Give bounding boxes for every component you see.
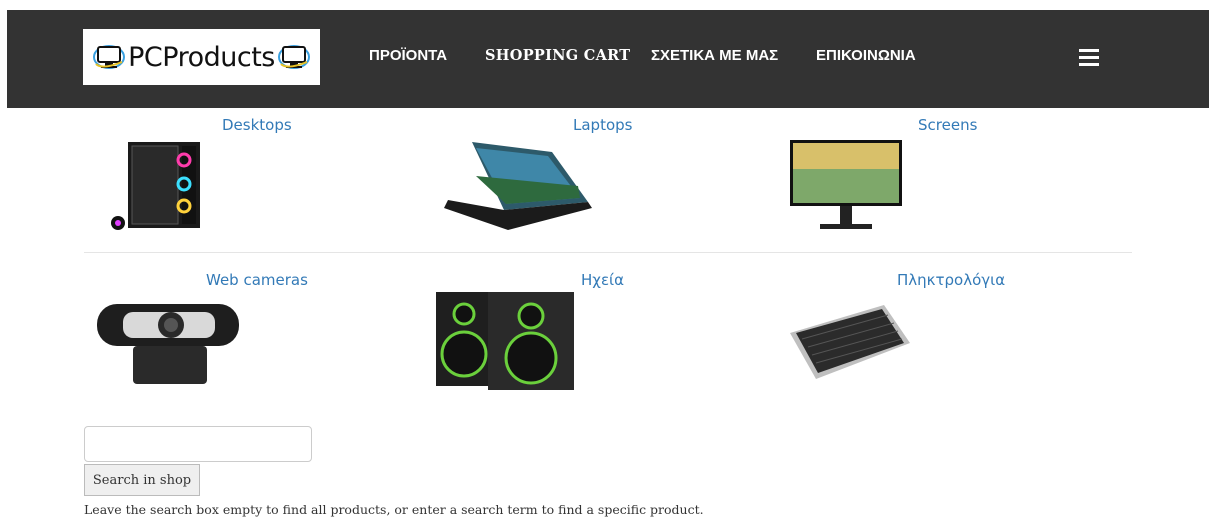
nav-shopping-cart[interactable]: SHOPPING CART bbox=[485, 47, 630, 64]
category-link-web-cameras[interactable]: Web cameras bbox=[206, 271, 308, 289]
search-hint-text: Leave the search box empty to find all p… bbox=[84, 502, 704, 517]
category-link-speakers[interactable]: Ηχεία bbox=[581, 271, 624, 289]
search-input[interactable] bbox=[84, 426, 312, 462]
keyboard-image[interactable] bbox=[788, 303, 912, 383]
nav-contact[interactable]: ΕΠΙΚΟΙΝΩΝΙΑ bbox=[816, 47, 916, 64]
category-link-keyboards[interactable]: Πληκτρολόγια bbox=[897, 271, 1005, 289]
monitor-image[interactable] bbox=[788, 138, 904, 234]
top-navigation-bar: PCProducts ΠΡΟΪΟΝΤΑ SHOPPING CART ΣΧΕΤΙΚ… bbox=[7, 10, 1209, 108]
nav-products[interactable]: ΠΡΟΪΟΝΤΑ bbox=[369, 47, 447, 64]
hamburger-menu-icon[interactable] bbox=[1079, 49, 1099, 67]
row-divider bbox=[84, 252, 1132, 253]
category-link-screens[interactable]: Screens bbox=[918, 116, 977, 134]
desktop-tower-image[interactable] bbox=[108, 138, 223, 234]
category-link-laptops[interactable]: Laptops bbox=[573, 116, 632, 134]
search-in-shop-button[interactable]: Search in shop bbox=[84, 464, 200, 496]
category-link-desktops[interactable]: Desktops bbox=[222, 116, 292, 134]
webcam-image[interactable] bbox=[93, 296, 243, 390]
speakers-image[interactable] bbox=[434, 290, 576, 392]
laptop-image[interactable] bbox=[442, 138, 594, 234]
main-nav: ΠΡΟΪΟΝΤΑ SHOPPING CART ΣΧΕΤΙΚΑ ΜΕ ΜΑΣ ΕΠ… bbox=[7, 10, 1209, 108]
nav-about-us[interactable]: ΣΧΕΤΙΚΑ ΜΕ ΜΑΣ bbox=[651, 47, 778, 64]
